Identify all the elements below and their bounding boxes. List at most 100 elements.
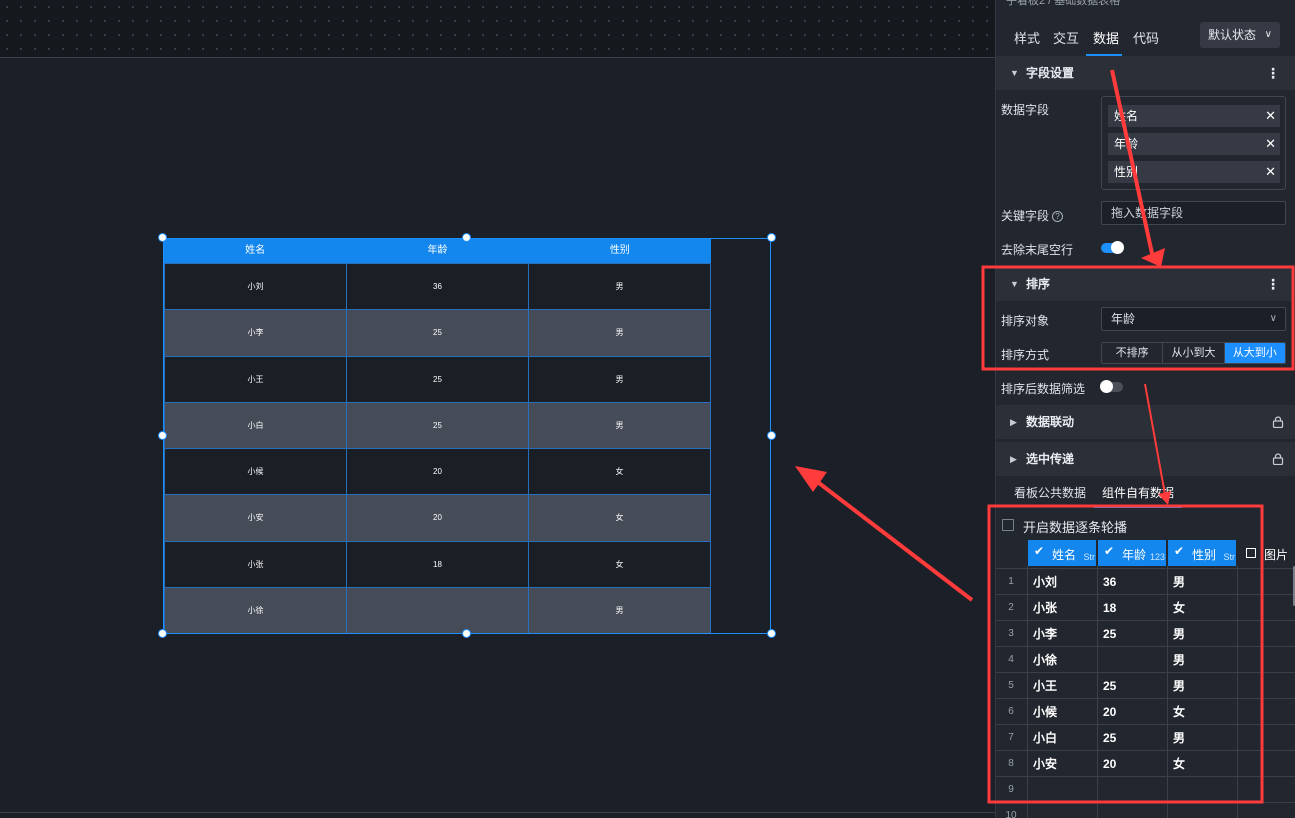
grid-cell[interactable]: 男 (1173, 725, 1185, 751)
grid-cell[interactable]: 女 (1173, 751, 1185, 777)
app-root: 姓名 年龄 性别 小刘 36 男 小李 25 男 小王 25 男 小白 25 男… (0, 0, 1295, 818)
close-icon[interactable]: ✕ (1265, 161, 1276, 183)
grid-row[interactable]: 9 (996, 776, 1295, 802)
grid-cell[interactable]: 小刘 (1033, 569, 1057, 595)
grid-cell[interactable]: 小张 (1033, 595, 1057, 621)
grid-cell[interactable]: 男 (1173, 621, 1185, 647)
grid-cell[interactable]: 男 (1173, 673, 1185, 699)
section-data-linkage[interactable]: ▶ 数据联动 (996, 405, 1295, 439)
tab-own-data[interactable]: 组件自有数据 (1102, 484, 1174, 501)
table-widget[interactable]: 姓名 年龄 性别 小刘 36 男 小李 25 男 小王 25 男 小白 25 男… (163, 238, 771, 634)
grid-col-header[interactable]: ✔ 姓名 Str (1028, 540, 1096, 566)
grid-row-index: 2 (1008, 602, 1014, 613)
resize-handle-top-right[interactable] (767, 233, 776, 242)
canvas-cell: 女 (529, 541, 711, 587)
canvas-cell: 男 (529, 356, 711, 402)
canvas-cell: 小安 (164, 495, 347, 541)
canvas-cell: 小王 (164, 356, 347, 402)
field-chip[interactable]: 姓名 ✕ (1108, 105, 1280, 127)
grid-cell[interactable]: 小王 (1033, 673, 1057, 699)
grid-row[interactable]: 1 小刘 36 男 (996, 568, 1295, 594)
grid-cell[interactable]: 小安 (1033, 751, 1057, 777)
grid-col-header[interactable]: ✔ 年龄 123 (1098, 540, 1166, 566)
section-title: 选中传递 (1026, 452, 1075, 466)
data-fields-box[interactable]: 姓名 ✕ 年龄 ✕ 性别 ✕ (1101, 96, 1286, 190)
sort-mode-label: 排序方式 (1001, 348, 1050, 362)
state-select[interactable]: 默认状态 ∨ (1200, 22, 1280, 48)
resize-handle-right[interactable] (767, 431, 776, 440)
resize-handle-top[interactable] (462, 233, 471, 242)
grid-col-header[interactable]: ✔ 性别 Str (1168, 540, 1236, 566)
grid-cell[interactable]: 25 (1103, 673, 1116, 699)
close-icon[interactable]: ✕ (1265, 105, 1276, 127)
grid-cell[interactable]: 20 (1103, 751, 1116, 777)
grid-cell[interactable]: 小候 (1033, 699, 1057, 725)
grid-cell[interactable]: 25 (1103, 621, 1116, 647)
resize-handle-bottom[interactable] (462, 629, 471, 638)
grid-cell[interactable]: 小李 (1033, 621, 1057, 647)
sort-mode-ascending[interactable]: 从小到大 (1163, 343, 1225, 363)
trim-empty-toggle[interactable] (1101, 241, 1124, 254)
grid-row[interactable]: 2 小张 18 女 (996, 594, 1295, 620)
canvas-table-row: 小王 25 男 (164, 355, 711, 402)
grid-row[interactable]: 3 小李 25 男 (996, 620, 1295, 646)
grid-cell[interactable]: 25 (1103, 725, 1116, 751)
field-chip[interactable]: 年龄 ✕ (1108, 133, 1280, 155)
grid-cell[interactable]: 小徐 (1033, 647, 1057, 673)
lock-icon (1272, 453, 1284, 465)
tab-data[interactable]: 数据 (1093, 28, 1119, 47)
more-vertical-icon[interactable]: ⋮ (1266, 56, 1280, 90)
filter-after-toggle[interactable] (1100, 380, 1123, 393)
grid-divider (1097, 566, 1098, 818)
tab-style[interactable]: 样式 (1014, 28, 1040, 47)
key-field-drop-target[interactable]: 拖入数据字段 (1101, 201, 1286, 225)
resize-handle-bottom-left[interactable] (158, 629, 167, 638)
section-selection-pass[interactable]: ▶ 选中传递 (996, 442, 1295, 476)
field-chip[interactable]: 性别 ✕ (1108, 161, 1280, 183)
breadcrumb: 子看板2 / 基础数据表格 (1006, 0, 1121, 7)
resize-handle-left[interactable] (158, 431, 167, 440)
canvas-cell: 20 (347, 449, 529, 495)
grid-cell[interactable]: 36 (1103, 569, 1116, 595)
close-icon[interactable]: ✕ (1265, 133, 1276, 155)
grid-cell[interactable]: 18 (1103, 595, 1116, 621)
tab-public-data[interactable]: 看板公共数据 (1014, 484, 1086, 501)
grid-cell[interactable]: 20 (1103, 699, 1116, 725)
properties-panel: 子看板2 / 基础数据表格 样式 交互 数据 代码 默认状态 ∨ ▼ 字段设置 … (995, 0, 1295, 818)
field-chip-label: 年龄 (1114, 137, 1139, 151)
grid-row[interactable]: 7 小白 25 男 (996, 724, 1295, 750)
canvas-cell: 小李 (164, 310, 347, 356)
more-vertical-icon[interactable]: ⋮ (1266, 267, 1280, 301)
grid-cell[interactable]: 女 (1173, 699, 1185, 725)
grid-col-header[interactable]: 图片 (1240, 540, 1294, 566)
grid-cell[interactable]: 小白 (1033, 725, 1057, 751)
tab-interaction[interactable]: 交互 (1053, 28, 1079, 47)
resize-handle-bottom-right[interactable] (767, 629, 776, 638)
section-field-settings[interactable]: ▼ 字段设置 ⋮ (996, 56, 1295, 90)
tab-code[interactable]: 代码 (1133, 28, 1159, 47)
design-canvas[interactable]: 姓名 年龄 性别 小刘 36 男 小李 25 男 小王 25 男 小白 25 男… (0, 0, 995, 818)
sort-target-select[interactable]: 年龄 ∨ (1101, 307, 1286, 331)
section-sort[interactable]: ▼ 排序 ⋮ (996, 267, 1295, 301)
toggle-knob (1100, 380, 1113, 393)
resize-handle-top-left[interactable] (158, 233, 167, 242)
grid-row[interactable]: 8 小安 20 女 (996, 750, 1295, 776)
sort-mode-none[interactable]: 不排序 (1102, 343, 1164, 363)
caret-right-icon: ▶ (1010, 417, 1017, 427)
grid-row[interactable]: 10 (996, 802, 1295, 818)
help-icon[interactable]: ? (1052, 211, 1064, 223)
checkbox-icon (1246, 548, 1256, 558)
grid-row[interactable]: 4 小徐 男 (996, 646, 1295, 672)
sort-mode-descending[interactable]: 从大到小 (1224, 343, 1285, 363)
grid-row[interactable]: 6 小候 20 女 (996, 698, 1295, 724)
carousel-checkbox[interactable] (1002, 519, 1014, 531)
grid-cell[interactable]: 男 (1173, 569, 1185, 595)
grid-cell[interactable]: 女 (1173, 595, 1185, 621)
canvas-cell: 小张 (164, 541, 347, 587)
grid-divider (1027, 566, 1028, 818)
canvas-cell: 男 (529, 264, 711, 310)
canvas-header-cell: 年龄 (427, 245, 448, 256)
grid-cell[interactable]: 男 (1173, 647, 1185, 673)
caret-right-icon: ▶ (1010, 454, 1017, 464)
grid-row[interactable]: 5 小王 25 男 (996, 672, 1295, 698)
